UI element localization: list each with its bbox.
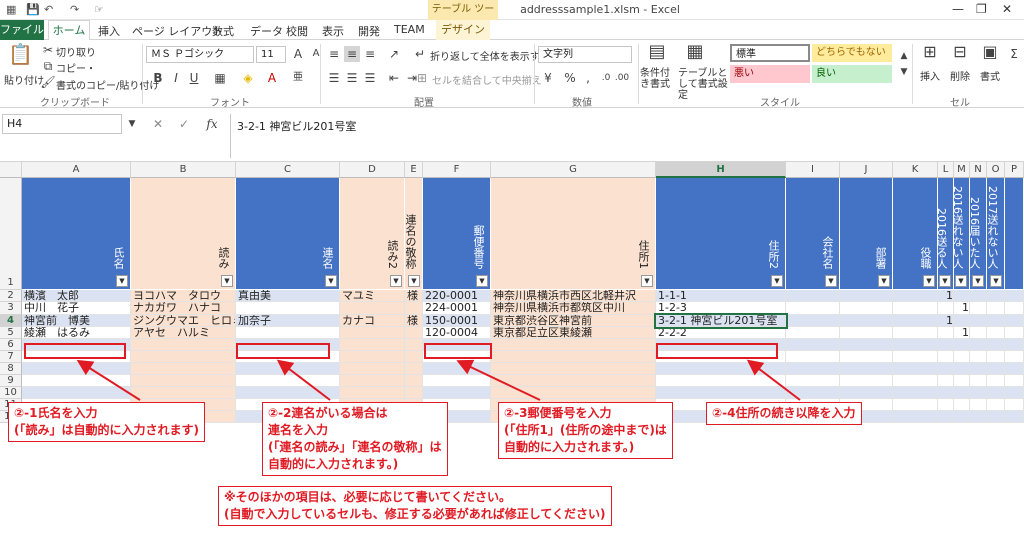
callout-postal: ②-3郵便番号を入力 (「住所1」(住所の途中まで)は 自動的に入力されます。) (498, 402, 673, 459)
callout-address: ②-4住所の続き以降を入力 (706, 402, 862, 425)
callout-note: ※そのほかの項目は、必要に応じて書いてください。 (自動で入力しているセルも、修… (218, 486, 612, 526)
arrow-to-postal (456, 359, 541, 401)
callout-name: ②-1氏名を入力 (「読み」は自動的に入力されます) (8, 402, 205, 442)
cell-h4[interactable]: 3-2-1 神宮ビル201号室 (654, 313, 788, 329)
arrow-to-joint (276, 359, 331, 401)
arrow-to-address (746, 359, 801, 401)
callout-joint: ②-2連名がいる場合は 連名を入力 (「連名の読み」「連名の敬称」は 自動的に入… (262, 402, 448, 476)
arrow-to-name (76, 359, 141, 401)
